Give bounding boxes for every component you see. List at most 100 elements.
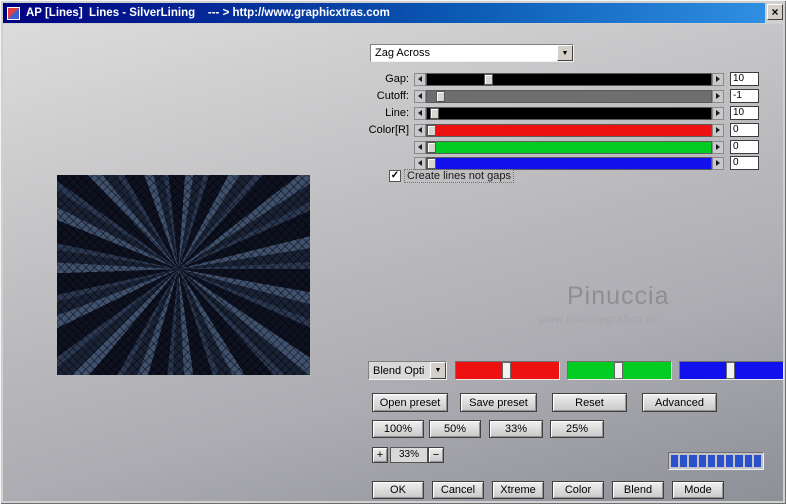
checkbox-check-icon[interactable]: ✓ (389, 170, 401, 182)
blend-blue-handle[interactable] (726, 362, 736, 379)
gap-handle[interactable] (483, 73, 493, 85)
progress-segment (689, 455, 697, 467)
blend-green-slider[interactable] (567, 361, 672, 380)
cutoff-value-input[interactable]: -1 (730, 89, 759, 103)
zoom-25-button[interactable]: 25% (550, 420, 604, 438)
arrow-right-icon (716, 160, 720, 166)
chevron-down-icon[interactable]: ▼ (430, 362, 446, 379)
color-r-decrement-button[interactable] (414, 123, 426, 137)
arrow-left-icon (418, 160, 422, 166)
color-r-value-input[interactable]: 0 (730, 123, 759, 137)
cutoff-track[interactable] (426, 89, 712, 103)
color-g-increment-button[interactable] (712, 140, 724, 154)
gap-label: Gap: (385, 73, 409, 85)
zoom-100-button[interactable]: 100% (372, 420, 424, 438)
slider-row-cutoff: Cutoff: -1 (348, 89, 768, 103)
cutoff-handle[interactable] (435, 90, 445, 102)
zoom-50-button[interactable]: 50% (429, 420, 481, 438)
line-track[interactable] (426, 106, 712, 120)
arrow-right-icon (716, 93, 720, 99)
gap-track[interactable] (426, 72, 712, 86)
slider-row-gap: Gap: 10 (348, 72, 768, 86)
watermark-title: Pinuccia (567, 282, 670, 310)
close-button[interactable]: × (767, 4, 783, 20)
xtreme-button[interactable]: Xtreme (492, 481, 544, 499)
slider-row-color-g: 0 (348, 140, 768, 154)
blend-options-dropdown[interactable]: Blend Opti ▼ (368, 361, 447, 380)
zoom-minus-button[interactable]: − (428, 447, 444, 463)
color-r-increment-button[interactable] (712, 123, 724, 137)
color-r-handle[interactable] (427, 124, 436, 136)
cutoff-label: Cutoff: (376, 90, 409, 102)
line-handle[interactable] (429, 107, 439, 119)
gap-increment-button[interactable] (712, 72, 724, 86)
progress-segment (671, 455, 679, 467)
arrow-left-icon (418, 127, 422, 133)
color-b-track[interactable] (426, 156, 712, 170)
color-button[interactable]: Color (552, 481, 604, 499)
arrow-left-icon (418, 110, 422, 116)
progress-segment (707, 455, 716, 467)
progress-segment (735, 455, 743, 467)
color-r-track[interactable] (426, 123, 712, 137)
blend-red-handle[interactable] (502, 362, 512, 379)
gap-value-input[interactable]: 10 (730, 72, 759, 86)
zoom-level-display: 33% (390, 447, 428, 463)
line-value-input[interactable]: 10 (730, 106, 759, 120)
plugin-window: AP [Lines] Lines - SilverLining --- > ht… (0, 0, 786, 504)
color-b-value-input[interactable]: 0 (730, 156, 759, 170)
zoom-33-button[interactable]: 33% (489, 420, 543, 438)
progress-segment (680, 455, 688, 467)
advanced-button[interactable]: Advanced (642, 393, 717, 412)
arrow-left-icon (418, 76, 422, 82)
arrow-right-icon (716, 110, 720, 116)
color-g-handle[interactable] (427, 141, 436, 153)
progress-segment (698, 455, 706, 467)
zoom-plus-button[interactable]: + (372, 447, 388, 463)
blend-green-handle[interactable] (614, 362, 624, 379)
slider-row-line: Line: 10 (348, 106, 768, 120)
arrow-left-icon (418, 144, 422, 150)
arrow-left-icon (418, 93, 422, 99)
slider-row-color-b: 0 (348, 156, 768, 170)
gap-decrement-button[interactable] (414, 72, 426, 86)
reset-button[interactable]: Reset (552, 393, 627, 412)
cutoff-decrement-button[interactable] (414, 89, 426, 103)
save-preset-button[interactable]: Save preset (460, 393, 537, 412)
arrow-right-icon (716, 76, 720, 82)
color-r-label: Color[R] (368, 124, 409, 136)
arrow-right-icon (716, 144, 720, 150)
window-title: AP [Lines] Lines - SilverLining --- > ht… (26, 7, 390, 19)
color-g-track[interactable] (426, 140, 712, 154)
color-b-increment-button[interactable] (712, 156, 724, 170)
color-g-value-input[interactable]: 0 (730, 140, 759, 154)
color-b-handle[interactable] (427, 157, 436, 169)
cutoff-increment-button[interactable] (712, 89, 724, 103)
watermark-url: www.maidiregrafica.eu (538, 314, 660, 326)
pattern-dropdown[interactable]: Zag Across ▼ (370, 44, 574, 62)
cancel-button[interactable]: Cancel (432, 481, 484, 499)
titlebar[interactable]: AP [Lines] Lines - SilverLining --- > ht… (3, 3, 765, 23)
slider-row-color-r: Color[R] 0 (348, 123, 768, 137)
chevron-down-icon[interactable]: ▼ (557, 45, 573, 61)
mode-button[interactable]: Mode (672, 481, 724, 499)
blend-dropdown-value: Blend Opti (373, 364, 425, 377)
blend-button[interactable]: Blend (612, 481, 664, 499)
preview-image[interactable] (57, 175, 310, 375)
app-icon (7, 6, 20, 20)
open-preset-button[interactable]: Open preset (372, 393, 448, 412)
line-increment-button[interactable] (712, 106, 724, 120)
color-b-decrement-button[interactable] (414, 156, 426, 170)
color-g-decrement-button[interactable] (414, 140, 426, 154)
line-decrement-button[interactable] (414, 106, 426, 120)
arrow-right-icon (716, 127, 720, 133)
progress-bar (668, 452, 764, 470)
pattern-dropdown-value: Zag Across (375, 47, 431, 59)
checkbox-label: Create lines not gaps (404, 169, 514, 183)
blend-red-slider[interactable] (455, 361, 560, 380)
create-lines-checkbox[interactable]: ✓ Create lines not gaps (389, 169, 514, 183)
progress-segment (753, 455, 762, 467)
progress-segment (726, 455, 734, 467)
blend-blue-slider[interactable] (679, 361, 784, 380)
ok-button[interactable]: OK (372, 481, 424, 499)
